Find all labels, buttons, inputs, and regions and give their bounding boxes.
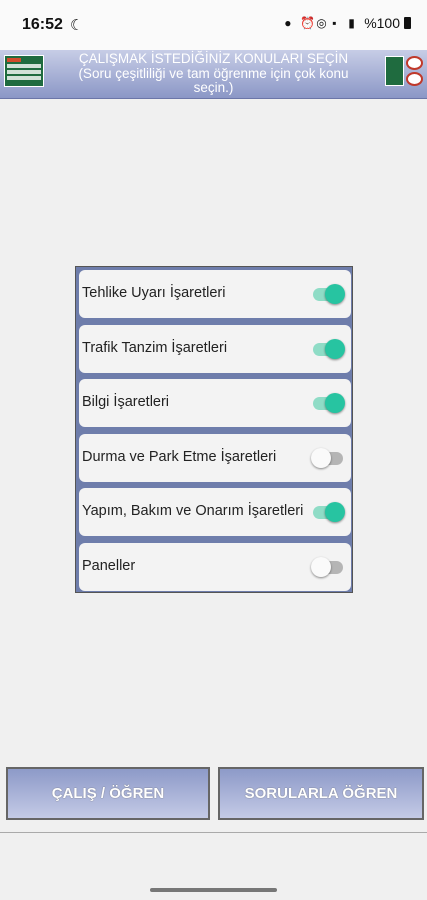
topic-item[interactable]: Bilgi İşaretleri xyxy=(79,379,351,427)
quiz-button[interactable]: SORULARLA ÖĞREN xyxy=(218,767,424,820)
road-sign-logo-icon xyxy=(4,55,44,87)
status-time: 16:52 xyxy=(22,16,63,33)
page-subtitle-line2: seçin.) xyxy=(193,80,234,95)
topic-toggle-switch[interactable] xyxy=(313,284,345,304)
signal-icon: ▮ xyxy=(348,16,355,30)
topic-label: Bilgi İşaretleri xyxy=(82,394,170,410)
topic-toggle-switch[interactable] xyxy=(311,556,343,577)
topic-item[interactable]: Durma ve Park Etme İşaretleri xyxy=(79,433,351,482)
topic-label: Yapım, Bakım ve Onarım İşaretleri xyxy=(82,503,304,519)
topic-label: Trafik Tanzim İşaretleri xyxy=(82,339,228,356)
switch-thumb xyxy=(311,556,331,577)
notification-icon: ● xyxy=(284,16,292,30)
page-subtitle-line1: (Soru çeşitliliği ve tam öğrenme için ço… xyxy=(78,66,349,81)
divider xyxy=(0,832,427,833)
topic-label: Tehlike Uyarı İşaretleri xyxy=(82,285,226,301)
topic-toggle-switch[interactable] xyxy=(313,393,345,413)
topic-toggle-switch[interactable] xyxy=(313,502,345,522)
switch-thumb xyxy=(325,338,345,359)
page-subtitle: (Soru çeşitliliği ve tam öğrenme için ço… xyxy=(55,67,372,95)
do-not-disturb-icon: ☾ xyxy=(70,17,84,34)
study-button[interactable]: ÇALIŞ / ÖĞREN xyxy=(6,767,210,820)
traffic-sign-logo-icon xyxy=(385,56,423,86)
volte-icon: ▪ xyxy=(332,16,337,30)
home-indicator[interactable] xyxy=(150,888,277,892)
switch-thumb xyxy=(325,502,345,522)
status-bar: 16:52 ☾ ● ⏰ ◎ ▪ ▮ %100 xyxy=(0,0,427,50)
topic-toggle-switch[interactable] xyxy=(311,447,343,468)
topic-label: Durma ve Park Etme İşaretleri xyxy=(82,448,277,465)
alarm-icon: ⏰ xyxy=(300,16,316,30)
topic-toggle-switch[interactable] xyxy=(313,338,345,359)
hotspot-icon: ◎ xyxy=(316,16,327,30)
topic-item[interactable]: Paneller xyxy=(79,542,351,591)
switch-thumb xyxy=(311,447,331,468)
topic-label: Paneller xyxy=(82,557,136,574)
battery-text: %100 xyxy=(364,15,400,31)
topic-item[interactable]: Trafik Tanzim İşaretleri xyxy=(79,324,351,373)
header-banner: ÇALIŞMAK İSTEDİĞİNİZ KONULARI SEÇİN (Sor… xyxy=(0,50,427,99)
battery-icon xyxy=(404,17,411,29)
topic-item[interactable]: Yapım, Bakım ve Onarım İşaretleri xyxy=(79,488,351,536)
topic-item[interactable]: Tehlike Uyarı İşaretleri xyxy=(79,270,351,318)
switch-thumb xyxy=(325,393,345,413)
status-icons: ● ⏰ ◎ ▪ ▮ %100 xyxy=(284,15,411,31)
switch-thumb xyxy=(325,284,345,304)
page-title: ÇALIŞMAK İSTEDİĞİNİZ KONULARI SEÇİN xyxy=(78,51,349,66)
topic-list: Tehlike Uyarı İşaretleri Trafik Tanzim İş… xyxy=(75,266,353,593)
